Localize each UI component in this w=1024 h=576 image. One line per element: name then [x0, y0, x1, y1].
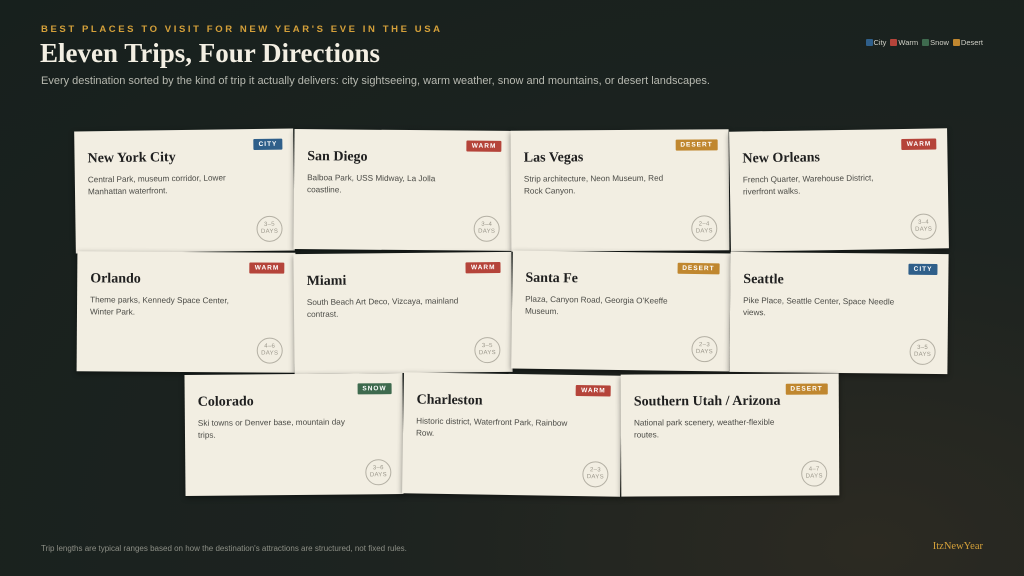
destination-card[interactable]: Seattle Pike Place, Seattle Center, Space…	[729, 251, 949, 375]
category-badge: WARM	[465, 261, 501, 274]
destination-name: San Diego	[307, 149, 368, 165]
destination-description: Balboa Park, USS Midway, La Jolla coastl…	[306, 173, 436, 195]
destination-name: Miami	[306, 273, 347, 290]
destination-description: Central Park, museum corridor, Lower Man…	[87, 173, 226, 197]
legend-item-desert: Desert	[952, 38, 983, 47]
destination-card[interactable]: Colorado Ski towns or Denver base, mounta…	[184, 373, 404, 496]
category-badge: WARM	[576, 385, 611, 397]
trip-length-unit: DAYS	[695, 349, 714, 356]
category-badge: DESERT	[675, 139, 718, 151]
destination-card[interactable]: Santa Fe Plaza, Canyon Road, Georgia O'Ke…	[511, 250, 731, 372]
destination-description: Historic district, Waterfront Park, Rain…	[415, 416, 568, 439]
destination-card[interactable]: Miami South Beach Art Deco, Vizcaya, main…	[293, 251, 513, 375]
trip-length-stamp: 4–6 DAYS	[256, 337, 283, 364]
destination-card[interactable]: Las Vegas Strip architecture, Neon Museum…	[510, 129, 730, 252]
category-badge: WARM	[901, 138, 937, 151]
legend-label: City	[873, 38, 887, 47]
footnote: Trip lengths are typical ranges based on…	[41, 544, 407, 553]
trip-length-unit: DAYS	[586, 474, 604, 481]
legend-label: Warm	[898, 38, 919, 47]
trip-length-stamp: 3–5 DAYS	[474, 336, 501, 364]
destination-card[interactable]: Southern Utah / Arizona National park sce…	[620, 373, 840, 497]
destination-description: National park scenery, weather-flexible …	[633, 417, 775, 440]
destination-name: Santa Fe	[525, 270, 579, 287]
legend-label: Snow	[930, 38, 949, 47]
destination-card[interactable]: Orlando Theme parks, Kennedy Space Center…	[76, 251, 296, 373]
destination-description: French Quarter, Warehouse District, rive…	[742, 173, 874, 197]
destination-name: Southern Utah / Arizona	[633, 393, 781, 410]
destination-description: Plaza, Canyon Road, Georgia O'Keeffe Mus…	[524, 294, 668, 317]
trip-length-stamp: 3–6 DAYS	[365, 459, 392, 486]
destination-name: Orlando	[90, 271, 141, 287]
trip-length-unit: DAYS	[913, 351, 932, 358]
trip-length-stamp: 2–4 DAYS	[691, 215, 718, 242]
legend-item-warm: Warm	[890, 38, 918, 47]
eyebrow: BEST PLACES TO VISIT FOR NEW YEAR'S EVE …	[41, 24, 443, 35]
legend-item-snow: Snow	[922, 38, 949, 47]
legend: City Warm Snow Desert	[865, 38, 983, 47]
trip-length-unit: DAYS	[261, 350, 279, 357]
trip-length-stamp: 2–3 DAYS	[691, 335, 718, 363]
trip-length-stamp: 3–4 DAYS	[473, 215, 500, 242]
destination-name: Charleston	[416, 392, 483, 409]
trip-length-unit: DAYS	[915, 226, 933, 233]
category-badge: WARM	[249, 262, 285, 274]
trip-length-unit: DAYS	[369, 472, 387, 479]
destination-description: Strip architecture, Neon Museum, Red Roc…	[523, 173, 664, 196]
destination-card[interactable]: Charleston Historic district, Waterfront …	[402, 372, 622, 497]
trip-length-unit: DAYS	[695, 228, 713, 235]
trip-length-unit: DAYS	[478, 228, 496, 235]
legend-label: Desert	[960, 38, 983, 47]
trip-length-stamp: 3–5 DAYS	[256, 215, 283, 242]
brand-logo: ItzNewYear	[932, 541, 983, 552]
destination-description: Pike Place, Seattle Center, Space Needle…	[742, 295, 895, 318]
destination-card[interactable]: New Orleans French Quarter, Warehouse Dis…	[729, 128, 949, 252]
legend-swatch-warm	[890, 39, 898, 46]
category-badge: DESERT	[677, 262, 720, 275]
trip-length-stamp: 3–4 DAYS	[910, 213, 937, 240]
trip-length-stamp: 2–3 DAYS	[582, 461, 609, 488]
destination-description: South Beach Art Deco, Vizcaya, mainland …	[306, 296, 459, 320]
trip-length-stamp: 3–5 DAYS	[909, 338, 936, 366]
trip-length-unit: DAYS	[478, 350, 497, 357]
destination-name: Colorado	[197, 394, 254, 410]
destination-name: New Orleans	[742, 150, 821, 167]
trip-length-stamp: 4–7 DAYS	[801, 460, 828, 487]
destination-name: New York City	[87, 150, 176, 167]
destination-description: Ski towns or Denver base, mountain day t…	[197, 417, 345, 441]
destination-card[interactable]: San Diego Balboa Park, USS Midway, La Jol…	[293, 129, 513, 251]
destination-name: Las Vegas	[523, 150, 584, 166]
trip-length-unit: DAYS	[260, 228, 279, 235]
page-title: Eleven Trips, Four Directions	[40, 38, 381, 68]
legend-swatch-desert	[952, 39, 960, 46]
destination-description: Theme parks, Kennedy Space Center, Winte…	[89, 295, 229, 317]
legend-item-city: City	[865, 38, 887, 47]
category-badge: CITY	[908, 263, 938, 276]
category-badge: WARM	[466, 140, 502, 152]
destination-name: Seattle	[743, 271, 784, 288]
legend-swatch-city	[865, 39, 873, 46]
trip-length-range: 4–7	[808, 466, 820, 473]
category-badge: CITY	[253, 138, 283, 151]
legend-swatch-snow	[922, 39, 930, 46]
category-badge: DESERT	[785, 383, 828, 395]
trip-length-unit: DAYS	[805, 473, 823, 480]
category-badge: SNOW	[357, 383, 392, 395]
destination-card[interactable]: New York City Central Park, museum corrid…	[74, 128, 295, 254]
page-subtitle: Every destination sorted by the kind of …	[41, 75, 710, 87]
